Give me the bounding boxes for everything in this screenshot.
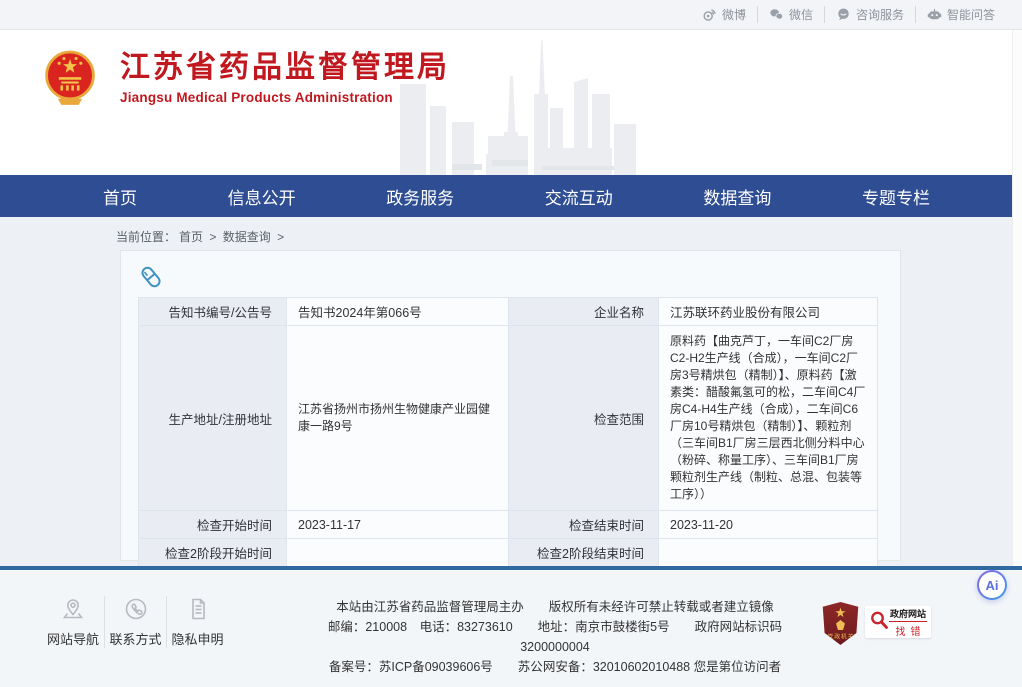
inspection-scope-value: 原料药【曲克芦丁，一车间C2厂房C2-H2生产线（合成），一车间C2厂房3号精烘…: [659, 326, 878, 511]
site-subtitle: Jiangsu Medical Products Administration: [120, 90, 450, 105]
phone-icon: [105, 596, 166, 622]
footer-quick-links: 网站导航 联系方式 隐私申明: [42, 596, 228, 648]
brand-block[interactable]: 江苏省药品监督管理局 Jiangsu Medical Products Admi…: [44, 48, 450, 108]
smart-qa-link[interactable]: 智能问答: [915, 6, 1006, 23]
breadcrumb: 当前位置：首页 > 数据查询 >: [116, 228, 287, 245]
nav-item-gov-services[interactable]: 政务服务: [386, 184, 454, 209]
national-emblem-logo: [44, 48, 96, 108]
breadcrumb-data-query-link[interactable]: 数据查询: [223, 230, 271, 244]
nav-item-home[interactable]: 首页: [103, 184, 137, 209]
main-navigation: 首页 信息公开 政务服务 交流互动 数据查询 专题专栏: [0, 175, 1022, 217]
company-name-label: 企业名称: [509, 298, 659, 326]
phase2-start-label: 检查2阶段开始时间: [139, 539, 287, 567]
contact-link[interactable]: 联系方式: [104, 596, 166, 648]
nav-item-interaction[interactable]: 交流互动: [545, 184, 613, 209]
inspection-start-label: 检查开始时间: [139, 511, 287, 539]
robot-qa-icon: [927, 7, 942, 22]
breadcrumb-separator: >: [209, 230, 216, 244]
nav-item-data-query[interactable]: 数据查询: [703, 184, 771, 209]
privacy-link[interactable]: 隐私申明: [166, 596, 228, 648]
site-header: 江苏省药品监督管理局 Jiangsu Medical Products Admi…: [0, 30, 1022, 175]
notice-number-label: 告知书编号/公告号: [139, 298, 287, 326]
party-gov-org-badge-label: 党政机关: [827, 633, 854, 642]
wechat-link[interactable]: 微信: [757, 6, 824, 23]
phase2-start-value: [287, 539, 509, 567]
error-report-badge-top: 政府网站: [889, 607, 927, 622]
consult-service-link[interactable]: 咨询服务: [824, 6, 915, 23]
table-row: 告知书编号/公告号 告知书2024年第066号 企业名称 江苏联环药业股份有限公…: [139, 298, 878, 326]
breadcrumb-separator-2: >: [277, 230, 284, 244]
phase2-end-value: [659, 539, 878, 567]
party-gov-org-badge[interactable]: ★ 党政机关: [822, 602, 859, 645]
inspection-start-value: 2023-11-17: [287, 511, 509, 539]
ai-assistant-button-label: Ai: [979, 572, 1005, 598]
inspection-end-value: 2023-11-20: [659, 511, 878, 539]
consult-service-label: 咨询服务: [856, 6, 904, 23]
wechat-icon: [769, 7, 784, 22]
footer-line-contact: 邮编：210008 电话：83273610 地址：南京市鼓楼街5号 政府网站标识…: [295, 617, 815, 657]
wechat-label: 微信: [789, 6, 813, 23]
weibo-label: 微博: [722, 6, 746, 23]
capsule-pill-icon: [138, 264, 164, 290]
map-pin-icon: [42, 596, 104, 622]
breadcrumb-home-link[interactable]: 首页: [179, 230, 203, 244]
footer-line-host: 本站由江苏省药品监督管理局主办 版权所有未经许可禁止转载或者建立镜像: [295, 597, 815, 617]
magnifier-icon: [869, 609, 889, 636]
breadcrumb-prefix: 当前位置：: [116, 230, 176, 244]
scrollbar-track[interactable]: [1012, 30, 1022, 566]
site-footer: 网站导航 联系方式 隐私申明 本站由江苏省药品监督管理局主办 版权所有未经许可禁…: [0, 566, 1022, 687]
inspection-detail-card: 告知书编号/公告号 告知书2024年第066号 企业名称 江苏联环药业股份有限公…: [120, 250, 901, 561]
consult-chat-icon: [836, 7, 851, 22]
contact-label: 联系方式: [105, 629, 166, 648]
table-row: 检查2阶段开始时间 检查2阶段结束时间: [139, 539, 878, 567]
notice-number-value: 告知书2024年第066号: [287, 298, 509, 326]
error-report-badge-bottom: 找错: [889, 623, 927, 638]
privacy-doc-icon: [167, 596, 228, 622]
company-name-value: 江苏联环药业股份有限公司: [659, 298, 878, 326]
inspection-scope-label: 检查范围: [509, 326, 659, 511]
table-row: 生产地址/注册地址 江苏省扬州市扬州生物健康产业园健康一路9号 检查范围 原料药…: [139, 326, 878, 511]
site-map-label: 网站导航: [42, 629, 104, 648]
table-row: 检查开始时间 2023-11-17 检查结束时间 2023-11-20: [139, 511, 878, 539]
production-address-value: 江苏省扬州市扬州生物健康产业园健康一路9号: [287, 326, 509, 511]
privacy-label: 隐私申明: [167, 629, 228, 648]
weibo-link[interactable]: 微博: [691, 6, 757, 23]
brand-text: 江苏省药品监督管理局 Jiangsu Medical Products Admi…: [120, 51, 450, 105]
badge-pillar-icon: [836, 620, 845, 630]
site-map-link[interactable]: 网站导航: [42, 596, 104, 648]
error-report-badge-text: 政府网站 找错: [889, 607, 927, 638]
phase2-end-label: 检查2阶段结束时间: [509, 539, 659, 567]
footer-legal-text: 本站由江苏省药品监督管理局主办 版权所有未经许可禁止转载或者建立镜像 邮编：21…: [295, 597, 815, 677]
inspection-end-label: 检查结束时间: [509, 511, 659, 539]
gov-site-error-report-badge[interactable]: 政府网站 找错: [865, 606, 931, 638]
production-address-label: 生产地址/注册地址: [139, 326, 287, 511]
nav-item-special-topics[interactable]: 专题专栏: [862, 184, 930, 209]
site-title: 江苏省药品监督管理局: [120, 51, 450, 85]
smart-qa-label: 智能问答: [947, 6, 995, 23]
footer-line-icp: 备案号：苏ICP备09039606号 苏公网安备：32010602010488 …: [295, 657, 815, 677]
badge-star-icon: ★: [835, 605, 847, 620]
content-area: 当前位置：首页 > 数据查询 > 告知书编号/公告号 告知书2024年第066号…: [0, 217, 1022, 566]
ai-assistant-button[interactable]: Ai: [977, 570, 1007, 600]
weibo-icon: [702, 7, 717, 22]
nav-item-info-disclosure[interactable]: 信息公开: [228, 184, 296, 209]
top-utility-bar: 微博 微信 咨询服务 智能问答: [0, 0, 1022, 30]
